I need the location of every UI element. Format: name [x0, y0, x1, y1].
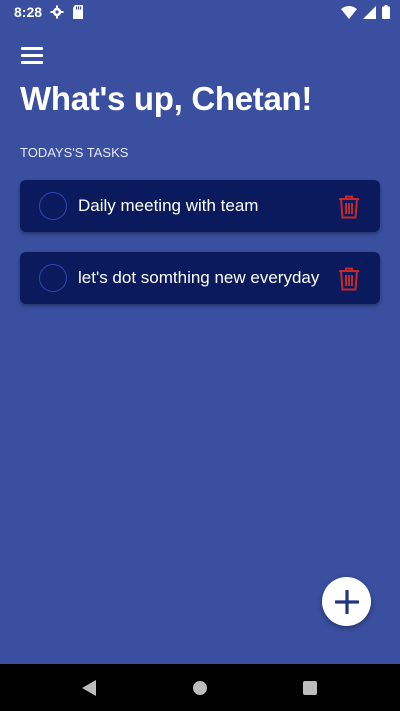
home-icon[interactable] [193, 681, 207, 695]
section-title: TODAYS'S TASKS [20, 145, 129, 160]
sd-card-icon [73, 5, 84, 19]
task-item[interactable]: let's dot somthing new everyday [20, 252, 380, 304]
task-checkbox[interactable] [39, 264, 67, 292]
trash-icon[interactable] [338, 267, 360, 291]
recents-icon[interactable] [303, 681, 317, 695]
back-icon[interactable] [82, 680, 96, 696]
status-left: 8:28 [14, 4, 84, 20]
battery-icon [382, 5, 390, 19]
status-right [341, 5, 390, 19]
task-item[interactable]: Daily meeting with team [20, 180, 380, 232]
task-label: Daily meeting with team [78, 196, 259, 215]
trash-icon[interactable] [338, 195, 360, 219]
task-checkbox[interactable] [39, 192, 67, 220]
wifi-icon [341, 5, 357, 19]
system-nav-bar [0, 664, 400, 711]
status-bar: 8:28 [0, 0, 400, 24]
gear-icon [50, 5, 64, 19]
add-task-button[interactable] [322, 577, 371, 626]
hamburger-menu-icon[interactable] [20, 44, 44, 66]
plus-icon [334, 589, 359, 614]
signal-icon [363, 5, 376, 19]
status-time: 8:28 [14, 4, 43, 20]
greeting-title: What's up, Chetan! [20, 80, 313, 117]
task-label: let's dot somthing new everyday [78, 268, 320, 287]
